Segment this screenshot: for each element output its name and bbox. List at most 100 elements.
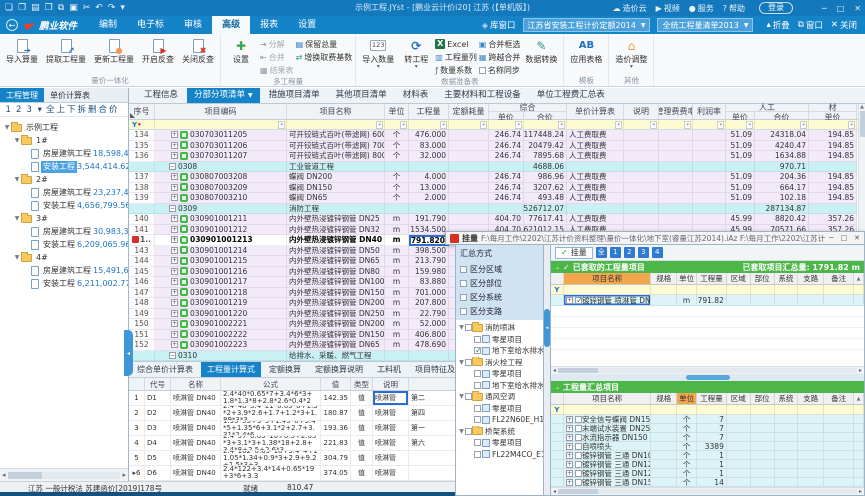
bill-row[interactable]: 137+030807003208蝶阀 DN200个4.000246.74986.… bbox=[129, 172, 858, 183]
filter-button-3[interactable]: 3 bbox=[638, 247, 649, 258]
picked-table-hscrollbar[interactable]: ◂▸ bbox=[551, 366, 864, 374]
checkbox-icon[interactable] bbox=[575, 461, 582, 468]
source-item-零星项目[interactable]: 零星项目 bbox=[456, 403, 543, 415]
checkbox-icon[interactable] bbox=[460, 266, 467, 273]
checkbox-icon[interactable] bbox=[575, 434, 582, 441]
column-header-工程量[interactable]: 工程量 bbox=[697, 393, 727, 404]
column-header-系统[interactable]: 系统 bbox=[775, 273, 799, 284]
ribbon-button-增换取费基数[interactable]: ⇄增换取费基数 bbox=[296, 51, 353, 63]
scroll-right-icon[interactable]: ▸ bbox=[859, 367, 862, 374]
checkbox-icon[interactable] bbox=[474, 439, 481, 446]
tab-工料机[interactable]: 工料机 bbox=[371, 362, 407, 377]
tree-item-房屋建筑工程[interactable]: 房屋建筑工程18,598,460.06 bbox=[0, 147, 128, 160]
maximize-icon[interactable]: □ bbox=[837, 4, 845, 13]
expand-icon[interactable]: + bbox=[171, 268, 178, 275]
filter-button-4[interactable]: 4 bbox=[652, 247, 663, 258]
summary-table-hscrollbar[interactable]: ◂▸ bbox=[551, 487, 864, 495]
checkbox-icon[interactable] bbox=[575, 452, 582, 459]
result-row[interactable]: +镀锌钢管 喷淋管 DN40m1791.82 bbox=[551, 295, 864, 306]
ribbon-button-Excel[interactable]: XExcel bbox=[435, 38, 477, 50]
filter-cell[interactable]: ▾ bbox=[624, 120, 659, 129]
column-header-单价计算表[interactable]: 单价计算表 bbox=[567, 104, 624, 119]
checkbox-icon[interactable] bbox=[465, 359, 472, 366]
horizontal-splitter[interactable] bbox=[551, 374, 864, 381]
filter-cell[interactable]: Y• bbox=[129, 120, 155, 129]
maximize-icon[interactable]: □ bbox=[841, 234, 848, 242]
group-row[interactable]: −0308工业管道工程4688.06970.71 bbox=[129, 162, 858, 173]
checkbox-icon[interactable] bbox=[465, 393, 472, 400]
filter-cell[interactable] bbox=[677, 285, 697, 294]
save-as-icon[interactable]: ❒ bbox=[45, 0, 53, 16]
expand-icon[interactable]: + bbox=[171, 226, 178, 233]
close-icon[interactable]: ✕ bbox=[854, 234, 860, 242]
filter-dropdown-icon[interactable]: ▾ bbox=[558, 121, 565, 129]
checkbox-icon[interactable] bbox=[474, 416, 481, 423]
window-panel-action[interactable]: ⧉窗口 bbox=[798, 19, 823, 31]
checkbox-icon[interactable] bbox=[575, 425, 582, 432]
bill-row[interactable]: 135+030703011206可开铰链式百叶(带滤网) 700×200个83.… bbox=[129, 141, 858, 152]
filter-cell[interactable] bbox=[824, 285, 854, 294]
column-header-项目名称[interactable]: 项目名称 bbox=[564, 273, 651, 284]
checkbox-icon[interactable] bbox=[474, 405, 481, 412]
redo-icon[interactable]: ↷ bbox=[108, 0, 116, 16]
tree-expand-icon[interactable]: ▼ bbox=[13, 176, 21, 183]
checkbox-icon[interactable] bbox=[474, 382, 481, 389]
option-区分区域[interactable]: 区分区域 bbox=[460, 262, 539, 276]
filter-cell[interactable]: ▾ bbox=[287, 120, 385, 129]
filter-cell[interactable] bbox=[727, 285, 751, 294]
filter-dropdown-icon[interactable]: ▾ bbox=[800, 121, 807, 129]
column-header-区域[interactable]: 区域 bbox=[727, 273, 751, 284]
column-header-定额耗量[interactable]: 定额耗量 bbox=[449, 104, 489, 119]
source-item-零星项目[interactable]: 零星项目 bbox=[456, 334, 543, 346]
filter-button-1[interactable]: 1 bbox=[610, 247, 621, 258]
service-action[interactable]: ●服务 bbox=[689, 3, 714, 14]
bill-row[interactable]: 134+030703011205可开铰链式百叶(带滤网) 600×200个476… bbox=[129, 130, 858, 141]
column-header-单位[interactable]: 单位 bbox=[385, 104, 409, 119]
expand-icon[interactable]: + bbox=[566, 425, 573, 432]
tab-措施项目清单[interactable]: 措施项目清单 bbox=[262, 88, 327, 103]
tree-toolbar-button-0[interactable]: 1 bbox=[3, 103, 14, 117]
column-header-管理费费率[interactable]: 管理费费率 bbox=[659, 104, 693, 119]
scroll-up-icon[interactable]: ▲ bbox=[860, 104, 864, 110]
column-header-项目名称[interactable]: 项目名称 bbox=[564, 393, 651, 404]
scroll-left-icon[interactable]: ◂ bbox=[553, 367, 556, 374]
filter-cell[interactable]: Y bbox=[551, 405, 564, 414]
expand-icon[interactable]: + bbox=[171, 152, 178, 159]
tab-单价计算表[interactable]: 单价计算表 bbox=[44, 88, 96, 102]
expand-icon[interactable]: + bbox=[171, 173, 178, 180]
open-icon[interactable]: ❐ bbox=[18, 0, 26, 16]
ribbon-button-导入数量[interactable]: 123导入数量▾ bbox=[359, 35, 397, 69]
source-item-通风空调[interactable]: ▼通风空调 bbox=[456, 391, 543, 403]
empty-row[interactable] bbox=[551, 339, 864, 350]
ribbon-button-转工程[interactable]: ⟳转工程▾ bbox=[399, 35, 433, 69]
tab-其他项目清单[interactable]: 其他项目清单 bbox=[329, 88, 394, 103]
menu-tab-电子标[interactable]: 电子标 bbox=[127, 16, 174, 34]
expand-icon[interactable]: + bbox=[566, 416, 573, 423]
filter-cell[interactable]: ▾ bbox=[409, 120, 449, 129]
filter-dropdown-icon[interactable]: ▾ bbox=[615, 121, 622, 129]
tab-工程管理[interactable]: 工程管理 bbox=[0, 88, 44, 102]
filter-dropdown-icon[interactable]: ▾ bbox=[717, 121, 724, 129]
tree-item-安装工程[interactable]: 安装工程6,211,002.77 bbox=[0, 277, 128, 290]
column-header-部位[interactable]: 部位 bbox=[751, 273, 775, 284]
expand-icon[interactable]: + bbox=[171, 331, 178, 338]
checkbox-icon[interactable] bbox=[575, 297, 582, 304]
ribbon-button-应用表格[interactable]: AB应用表格 bbox=[567, 35, 605, 64]
result-row[interactable]: +镀锌钢管 三通 DN125×100...个1 bbox=[551, 460, 864, 469]
filter-cell[interactable] bbox=[775, 405, 799, 414]
filter-dropdown-icon[interactable]: ▾ bbox=[515, 121, 522, 129]
new-icon[interactable]: ❏ bbox=[5, 0, 13, 16]
collapse-panel-action[interactable]: ▴折叠 bbox=[766, 19, 789, 31]
filter-cell[interactable]: ▾ bbox=[755, 120, 809, 129]
bill-row[interactable]: 140+030901001211内外壁热浸镀锌钢管 DN25m191.79040… bbox=[129, 214, 858, 225]
tree-item-房屋建筑工程[interactable]: 房屋建筑工程15,491,664.77 bbox=[0, 264, 128, 277]
scroll-thumb[interactable] bbox=[860, 111, 865, 137]
cut-icon[interactable]: ✂ bbox=[83, 0, 91, 16]
quota-library-select[interactable]: 江苏省安装工程计价定额2014▼ bbox=[523, 18, 651, 32]
source-item-零星项目[interactable]: 零星项目 bbox=[456, 437, 543, 449]
tree-expand-icon[interactable]: ▼ bbox=[13, 215, 21, 222]
tree-expand-icon[interactable]: ▼ bbox=[458, 359, 465, 366]
filter-dropdown-icon[interactable]: ▾ bbox=[848, 121, 855, 129]
checkbox-icon[interactable] bbox=[575, 443, 582, 450]
empty-row[interactable] bbox=[551, 306, 864, 317]
